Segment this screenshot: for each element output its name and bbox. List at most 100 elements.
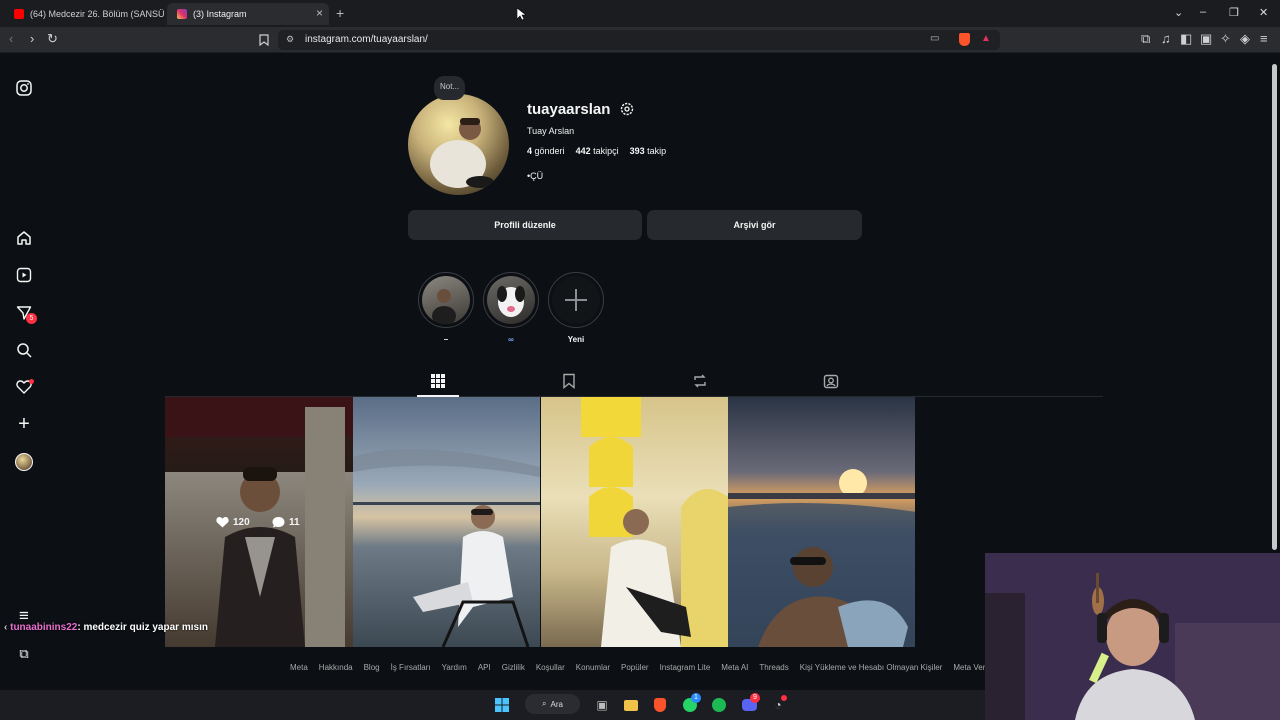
- heart-filled-icon: [216, 517, 229, 528]
- reload-icon[interactable]: ↻: [47, 32, 58, 46]
- reposts-icon[interactable]: [692, 373, 708, 389]
- browser-toolbar: ‹ › ↻ ⚙ instagram.com/tuayaarslan/ ▭ ▲ ⧉…: [0, 27, 1280, 53]
- chevron-down-icon[interactable]: ⌄: [1174, 6, 1183, 19]
- stream-chat-message: ‹ tunaabinins22: medcezir quiz yapar mıs…: [4, 622, 208, 633]
- media-icon[interactable]: ♫: [1161, 32, 1171, 46]
- footer-links: Meta Hakkında Blog İş Fırsatları Yardım …: [290, 663, 1000, 672]
- tab-instagram[interactable]: (3) Instagram ×: [167, 3, 329, 25]
- footer-link[interactable]: Hakkında: [319, 663, 353, 672]
- restore-icon[interactable]: ❐: [1229, 6, 1239, 19]
- app-notification-dot: [781, 695, 787, 701]
- footer-link[interactable]: Meta: [290, 663, 308, 672]
- new-highlight-button[interactable]: [548, 272, 604, 328]
- posts-stat: 4 gönderi: [527, 146, 565, 156]
- following-stat[interactable]: 393 takip: [630, 146, 667, 156]
- search-icon[interactable]: [14, 340, 34, 360]
- post-4-image: [728, 469, 915, 647]
- settings-gear-icon[interactable]: [619, 101, 635, 117]
- new-highlight-label: Yeni: [567, 335, 585, 344]
- post-4[interactable]: [728, 397, 915, 647]
- extensions-icon[interactable]: ⧉: [1141, 32, 1150, 46]
- tab-title: (64) Medcezir 26. Bölüm (SANSÜRSÜ: [30, 9, 164, 19]
- taskbar-search[interactable]: ⌕ Ara: [525, 694, 580, 714]
- tagged-icon[interactable]: [823, 373, 839, 389]
- close-window-icon[interactable]: ✕: [1259, 6, 1268, 19]
- footer-link[interactable]: Yardım: [442, 663, 467, 672]
- note-bubble[interactable]: Not...: [434, 76, 466, 100]
- cast-icon[interactable]: ▭: [930, 33, 939, 44]
- youtube-icon: [14, 9, 24, 19]
- highlight-1-label: –: [443, 335, 449, 344]
- footer-link[interactable]: Meta AI: [721, 663, 748, 672]
- post-2-image: [353, 449, 540, 647]
- instagram-logo-icon[interactable]: [14, 78, 34, 98]
- tab-youtube[interactable]: (64) Medcezir 26. Bölüm (SANSÜRSÜ: [4, 3, 164, 25]
- highlight-1[interactable]: [418, 272, 474, 328]
- footer-link[interactable]: İş Fırsatları: [391, 663, 431, 672]
- brave-shields-icon[interactable]: [959, 33, 970, 46]
- chat-text: : medcezir quiz yapar mısın: [77, 622, 208, 633]
- wallet-icon[interactable]: ▣: [1200, 32, 1212, 46]
- vpn-icon[interactable]: ◈: [1240, 32, 1250, 46]
- task-view-icon[interactable]: ▣: [592, 695, 612, 715]
- highlight-cover: [422, 276, 470, 324]
- post-3-image: [581, 397, 728, 647]
- highlight-cover: [487, 276, 535, 324]
- home-icon[interactable]: [14, 228, 34, 248]
- profile-avatar[interactable]: [14, 452, 34, 472]
- comments-stat: 11: [272, 516, 300, 528]
- sidebar-toggle-icon[interactable]: ◧: [1180, 32, 1192, 46]
- webcam-feed: [985, 553, 1280, 720]
- address-bar[interactable]: ⚙ instagram.com/tuayaarslan/ ▭ ▲: [278, 30, 1000, 50]
- whatsapp-badge: 1: [691, 693, 701, 703]
- site-info-icon[interactable]: ⚙: [286, 34, 294, 45]
- bookmark-icon[interactable]: [259, 34, 269, 46]
- discord-badge: 9: [750, 693, 760, 703]
- footer-link[interactable]: API: [478, 663, 491, 672]
- notification-dot: [29, 379, 34, 384]
- profile-photo: [430, 118, 494, 188]
- back-icon[interactable]: ‹: [9, 32, 13, 46]
- footer-link[interactable]: Instagram Lite: [660, 663, 711, 672]
- view-archive-button[interactable]: Arşivi gör: [647, 210, 862, 240]
- post-3[interactable]: [541, 397, 728, 647]
- url-text[interactable]: instagram.com/tuayaarslan/: [305, 34, 428, 45]
- footer-link[interactable]: Blog: [364, 663, 380, 672]
- brave-rewards-icon[interactable]: ▲: [981, 33, 991, 44]
- scrollbar-thumb[interactable]: [1272, 64, 1277, 550]
- followers-stat[interactable]: 442 takipçi: [576, 146, 619, 156]
- footer-link[interactable]: Gizlilik: [502, 663, 525, 672]
- create-icon[interactable]: +: [14, 413, 34, 435]
- mouse-cursor-icon: [517, 8, 526, 21]
- post-2[interactable]: [353, 397, 540, 647]
- new-tab-button[interactable]: +: [336, 5, 344, 21]
- profile-picture[interactable]: [408, 94, 509, 195]
- menu-icon[interactable]: ≡: [1260, 32, 1268, 46]
- brave-browser-icon[interactable]: [650, 695, 670, 715]
- spotify-icon[interactable]: [709, 695, 729, 715]
- highlight-2[interactable]: [483, 272, 539, 328]
- chat-username: tunaabinins22: [10, 622, 78, 633]
- footer-link[interactable]: Koşullar: [536, 663, 565, 672]
- footer-link[interactable]: Threads: [759, 663, 788, 672]
- profile-full-name: Tuay Arslan: [527, 126, 575, 136]
- footer-link[interactable]: Popüler: [621, 663, 649, 672]
- comment-filled-icon: [272, 517, 285, 528]
- apps-icon[interactable]: ⧉: [14, 644, 34, 664]
- close-tab-icon[interactable]: ×: [316, 6, 323, 20]
- search-icon: ⌕: [542, 699, 547, 708]
- reels-icon[interactable]: [14, 265, 34, 285]
- posts-grid-icon[interactable]: [430, 373, 446, 389]
- leo-ai-icon[interactable]: ✧: [1220, 32, 1231, 46]
- browser-tab-bar: (64) Medcezir 26. Bölüm (SANSÜRSÜ (3) In…: [0, 0, 1280, 27]
- minimize-icon[interactable]: –: [1200, 6, 1206, 18]
- tab-title: (3) Instagram: [193, 9, 247, 19]
- saved-bookmark-icon[interactable]: [561, 373, 577, 389]
- likes-count: 120: [233, 516, 250, 528]
- file-explorer-icon[interactable]: [621, 695, 641, 715]
- forward-icon[interactable]: ›: [30, 32, 34, 46]
- footer-link[interactable]: Kişi Yükleme ve Hesabı Olmayan Kişiler: [800, 663, 943, 672]
- edit-profile-button[interactable]: Profili düzenle: [408, 210, 642, 240]
- windows-start-icon[interactable]: [492, 695, 512, 715]
- footer-link[interactable]: Konumlar: [576, 663, 610, 672]
